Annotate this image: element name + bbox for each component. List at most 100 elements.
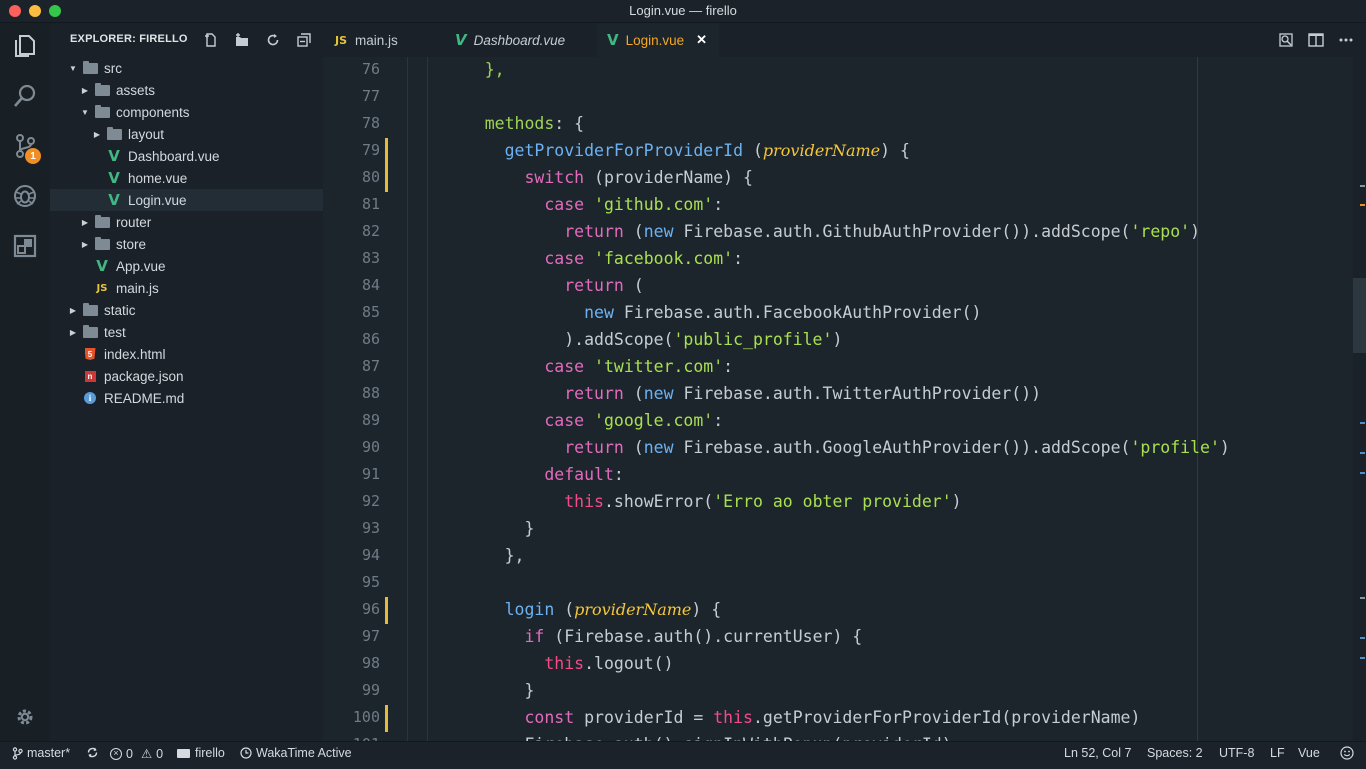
- line-number: 86: [361, 330, 380, 348]
- tab-login-vue[interactable]: V Login.vue ✕: [597, 23, 720, 57]
- code-text: methods: {: [484, 114, 585, 133]
- vue-file-icon: V: [607, 31, 619, 49]
- code-text: case 'facebook.com':: [544, 249, 744, 268]
- code-line: 85 new Firebase.auth.FacebookAuthProvide…: [323, 300, 1353, 327]
- close-tab-icon[interactable]: ✕: [696, 32, 707, 48]
- tree-item[interactable]: V Dashboard.vue: [50, 145, 323, 167]
- modified-line-marker: [385, 705, 388, 732]
- tab-dashboard-vue[interactable]: V Dashboard.vue: [455, 23, 565, 57]
- code-line: 81 case 'github.com':: [323, 192, 1353, 219]
- scrollbar-thumb[interactable]: [1353, 278, 1366, 353]
- tree-item[interactable]: ▼ src: [50, 57, 323, 79]
- code-text: return (new Firebase.auth.GithubAuthProv…: [564, 222, 1201, 241]
- git-branch[interactable]: master*: [12, 746, 70, 760]
- code-line: 94 },: [323, 543, 1353, 570]
- tree-item-label: package.json: [104, 368, 184, 384]
- indentation[interactable]: Spaces: 2: [1147, 746, 1203, 760]
- tree-item[interactable]: V App.vue: [50, 255, 323, 277]
- line-number: 97: [361, 627, 380, 645]
- tree-item[interactable]: ▶ layout: [50, 123, 323, 145]
- line-number: 96: [361, 600, 380, 618]
- vue-file-icon: V: [108, 191, 120, 209]
- code-text: this.showError('Erro ao obter provider'): [564, 492, 962, 511]
- chevron-right-icon: ▶: [81, 85, 89, 95]
- code-editor[interactable]: 76 }, 77 78 methods: {79 getProviderForPro…: [323, 57, 1353, 741]
- tree-item[interactable]: ▶ store: [50, 233, 323, 255]
- modified-line-marker: [385, 597, 388, 624]
- code-line: 86 ).addScope('public_profile'): [323, 327, 1353, 354]
- tree-item-label: store: [116, 236, 147, 252]
- line-number: 80: [361, 168, 380, 186]
- tree-item[interactable]: ▶ router: [50, 211, 323, 233]
- settings-gear-icon[interactable]: [10, 702, 40, 732]
- chevron-right-icon: ▶: [81, 217, 89, 227]
- extensions-icon[interactable]: [10, 231, 40, 261]
- sync-icon[interactable]: [86, 746, 99, 759]
- line-number: 100: [352, 708, 380, 726]
- code-text: case 'twitter.com':: [544, 357, 734, 376]
- code-line: 90 return (new Firebase.auth.GoogleAuthP…: [323, 435, 1353, 462]
- tree-item[interactable]: JS main.js: [50, 277, 323, 299]
- cursor-position[interactable]: Ln 52, Col 7: [1064, 746, 1131, 760]
- source-control-badge: 1: [25, 148, 41, 164]
- split-editor-icon[interactable]: [1308, 32, 1324, 53]
- new-file-button[interactable]: [195, 31, 226, 49]
- debug-icon[interactable]: [10, 181, 40, 211]
- line-number: 98: [361, 654, 380, 672]
- problems-indicator[interactable]: × 0 ⚠ 0: [110, 746, 163, 761]
- js-file-icon: JS: [96, 282, 108, 294]
- tab-main-js[interactable]: JS main.js: [335, 23, 398, 57]
- tree-item-label: components: [116, 104, 190, 120]
- status-bar: master* × 0 ⚠ 0 firello WakaTime Active …: [0, 741, 1366, 769]
- line-number: 91: [361, 465, 380, 483]
- refresh-icon[interactable]: [257, 31, 288, 49]
- workspace-folder[interactable]: firello: [177, 746, 225, 760]
- collapse-all-icon[interactable]: [288, 31, 319, 49]
- code-text: },: [484, 60, 505, 79]
- smiley-feedback-icon[interactable]: [1340, 746, 1354, 760]
- tree-item[interactable]: i README.md: [50, 387, 323, 409]
- tree-item[interactable]: V Login.vue: [50, 189, 323, 211]
- chevron-down-icon: ▼: [69, 63, 77, 73]
- tree-item-label: home.vue: [128, 170, 188, 186]
- tree-item[interactable]: n package.json: [50, 365, 323, 387]
- code-text: if (Firebase.auth().currentUser) {: [524, 627, 863, 646]
- tree-item[interactable]: ▼ components: [50, 101, 323, 123]
- code-text: case 'google.com':: [544, 411, 724, 430]
- code-text: case 'github.com':: [544, 195, 724, 214]
- more-actions-icon[interactable]: [1338, 32, 1354, 53]
- tree-item[interactable]: ▶ static: [50, 299, 323, 321]
- code-line: 91 default:: [323, 462, 1353, 489]
- line-number: 77: [361, 87, 380, 105]
- language-mode[interactable]: Vue: [1298, 746, 1320, 760]
- tree-item[interactable]: ▶ assets: [50, 79, 323, 101]
- wakatime-status[interactable]: WakaTime Active: [240, 746, 352, 760]
- new-folder-button[interactable]: [226, 31, 257, 49]
- tree-item[interactable]: 5 index.html: [50, 343, 323, 365]
- editor-tab-bar: JS main.js V Dashboard.vue V Login.vue ✕: [323, 23, 1366, 57]
- code-text: default:: [544, 465, 624, 484]
- code-text: this.logout(): [544, 654, 674, 673]
- explorer-icon[interactable]: [10, 31, 40, 61]
- editor-scrollbar[interactable]: [1353, 57, 1366, 741]
- folder-icon: [82, 302, 98, 318]
- folder-icon: [177, 748, 190, 758]
- tree-item-label: layout: [128, 126, 165, 142]
- folder-icon: [82, 324, 98, 340]
- line-number: 92: [361, 492, 380, 510]
- line-ending[interactable]: LF: [1270, 746, 1285, 760]
- modified-line-marker: [385, 138, 388, 165]
- warning-icon: ⚠: [140, 747, 153, 761]
- chevron-down-icon: ▼: [81, 107, 89, 117]
- folder-icon: [94, 82, 110, 98]
- folder-icon: [94, 104, 110, 120]
- search-icon[interactable]: [10, 81, 40, 111]
- tree-item[interactable]: ▶ test: [50, 321, 323, 343]
- open-changes-icon[interactable]: [1278, 32, 1294, 53]
- tab-label: Login.vue: [625, 32, 685, 48]
- line-number: 82: [361, 222, 380, 240]
- tree-item[interactable]: Vhome.vue: [50, 167, 323, 189]
- code-line: 76 },: [323, 57, 1353, 84]
- encoding[interactable]: UTF-8: [1219, 746, 1254, 760]
- line-number: 81: [361, 195, 380, 213]
